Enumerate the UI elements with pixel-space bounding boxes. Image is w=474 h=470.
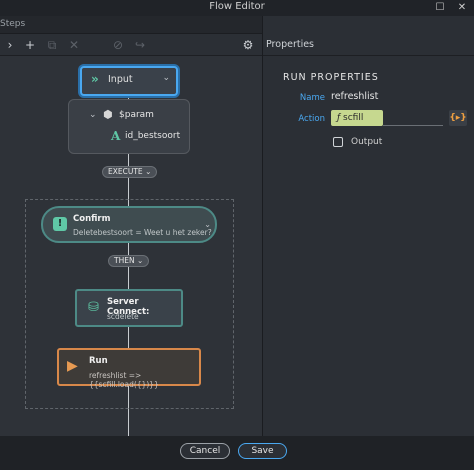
then-pill[interactable]: THEN ⌄ [108,255,150,267]
flow-canvas[interactable]: » Input ⌄ ⌄ ⬢ $param A id_bestsoort EXEC… [0,56,262,436]
execute-pill[interactable]: EXECUTE ⌄ [102,166,158,178]
param-name: $param [119,110,154,120]
param-node[interactable]: ⌄ ⬢ $param A id_bestsoort [68,99,190,154]
export-icon[interactable]: ↪ [132,37,148,53]
confirm-step[interactable]: ! Confirm Deletebestsoort = Weet u het z… [41,206,217,243]
disable-icon[interactable]: ⊘ [110,37,126,53]
alert-icon: ! [53,217,67,231]
close-icon[interactable]: ✕ [452,0,472,16]
action-field[interactable]: ƒ scfill [331,110,383,126]
chevron-down-icon[interactable]: ⌄ [162,73,170,83]
collapse-icon[interactable]: › [2,37,18,53]
name-field[interactable]: refreshlist [331,91,378,102]
cancel-button[interactable]: Cancel [180,443,230,459]
server-connect-step[interactable]: ⛁ Server Connect: scdelete [75,289,183,327]
text-type-icon: A [111,129,121,143]
chevron-down-icon[interactable]: ⌄ [204,220,211,229]
name-label: Name [299,93,325,103]
action-label: Action [298,114,325,124]
input-icon: » [91,72,99,86]
output-checkbox[interactable] [333,137,343,147]
properties-title: Properties [266,39,315,50]
execute-label: EXECUTE [108,167,143,176]
properties-panel: RUN PROPERTIES Name refreshlist Action ƒ… [263,56,474,436]
then-label: THEN [114,256,135,265]
database-icon: ⛁ [88,300,99,315]
delete-icon[interactable]: ✕ [66,37,82,53]
steps-toolbar: › + ⧉ ✕ ⊘ ↪ ⚙ [0,34,262,56]
chevron-down-icon: ⌄ [145,167,152,176]
output-label: Output [351,137,383,147]
server-connect-subtitle: scdelete [107,312,139,321]
gear-icon[interactable]: ⚙ [240,37,256,53]
maximize-icon[interactable]: ☐ [430,0,450,16]
dialog-footer: Cancel Save [0,436,474,470]
run-subtitle: refreshlist => {{scfill.load({})}} [89,371,159,389]
chevron-down-icon[interactable]: ⌄ [89,110,97,120]
window-title: Flow Editor [209,1,265,12]
confirm-title: Confirm [73,214,111,224]
confirm-subtitle: Deletebestsoort = Weet u het zeker? [73,228,212,237]
steps-label: Steps [0,19,26,29]
title-bar: Flow Editor ☐ ✕ [0,0,474,16]
action-value: scfill [343,113,364,123]
cube-icon: ⬢ [103,108,113,121]
copy-icon[interactable]: ⧉ [44,37,60,53]
section-title: RUN PROPERTIES [283,72,379,83]
run-step[interactable]: ▶ Run refreshlist => {{scfill.load({})}} [57,348,201,389]
input-label: Input [108,74,133,85]
properties-header: Properties [263,34,474,56]
flow-editor-window: Flow Editor ☐ ✕ Steps › + ⧉ ✕ ⊘ ↪ ⚙ » In… [0,0,474,470]
data-bindings-icon[interactable]: {▸} [449,110,467,126]
steps-header: Steps [0,16,262,34]
run-title: Run [89,356,108,366]
play-icon: ▶ [67,358,78,374]
chevron-down-icon: ⌄ [136,256,144,265]
input-node[interactable]: » Input ⌄ [80,66,178,96]
save-button[interactable]: Save [238,443,287,459]
add-icon[interactable]: + [22,37,38,53]
action-field-underline [383,125,443,126]
param-field: id_bestsoort [125,131,181,141]
